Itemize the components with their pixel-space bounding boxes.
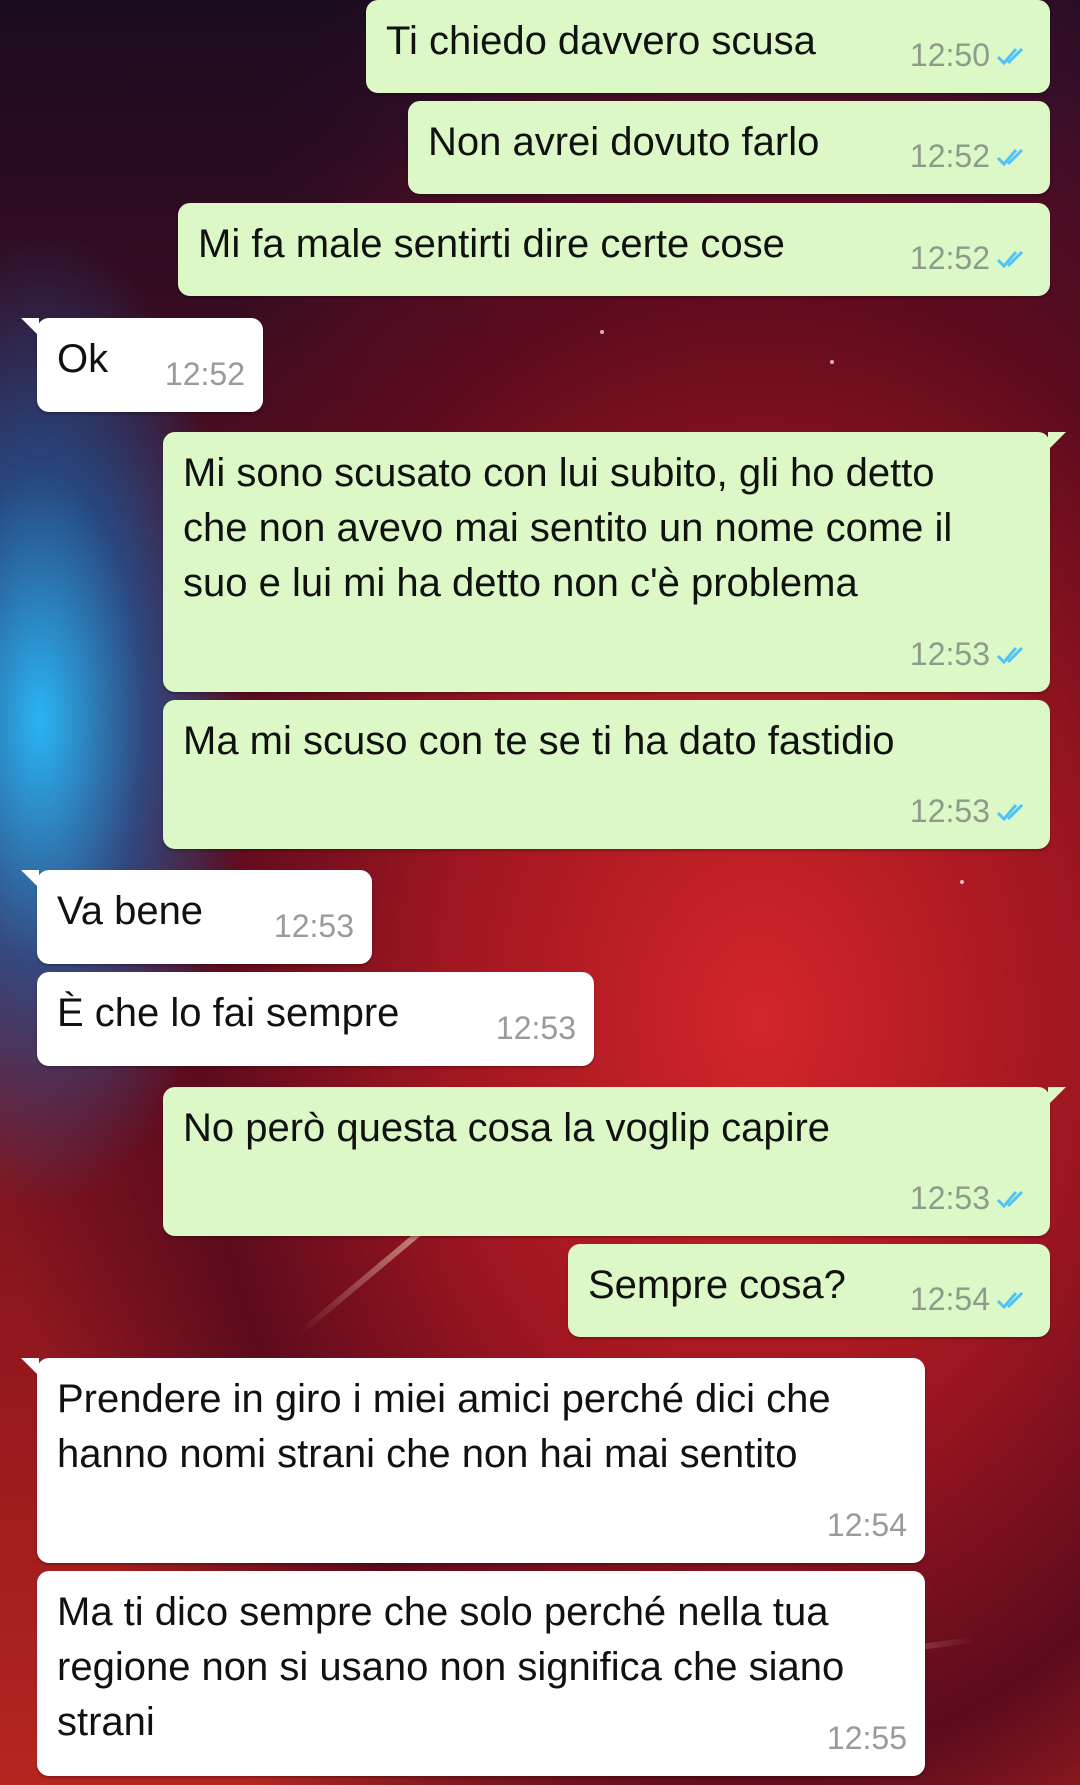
message-bubble-outgoing[interactable]: Ma mi scuso con te se ti ha dato fastidi… [163, 700, 1050, 849]
double-check-read-icon [996, 250, 1024, 268]
message-time: 12:53 [909, 793, 990, 829]
bubble-tail [1048, 1087, 1066, 1105]
message-time: 12:53 [909, 1180, 990, 1216]
message-text: Prendere in giro i miei amici perché dic… [57, 1377, 842, 1476]
message-bubble-outgoing[interactable]: Sempre cosa? 12:54 [568, 1244, 1050, 1337]
message-bubble-outgoing[interactable]: Mi sono scusato con lui subito, gli ho d… [163, 432, 1066, 692]
double-check-read-icon [996, 148, 1024, 166]
message-bubble-incoming[interactable]: È che lo fai sempre 12:53 [37, 972, 594, 1066]
message-text: Mi sono scusato con lui subito, gli ho d… [183, 451, 964, 605]
message-time: 12:52 [909, 240, 990, 276]
message-text: Ma mi scuso con te se ti ha dato fastidi… [183, 719, 895, 763]
message-time: 12:52 [164, 356, 245, 392]
message-time: 12:54 [909, 1281, 990, 1317]
double-check-read-icon [996, 646, 1024, 664]
message-text: Mi fa male sentirti dire certe cose [198, 222, 785, 266]
message-time: 12:53 [273, 908, 354, 944]
message-time: 12:55 [826, 1720, 907, 1756]
message-bubble-incoming[interactable]: Ok 12:52 [21, 318, 263, 412]
double-check-read-icon [996, 1190, 1024, 1208]
message-time: 12:53 [909, 636, 990, 672]
message-bubble-outgoing[interactable]: Non avrei dovuto farlo 12:52 [408, 101, 1050, 194]
message-bubble-outgoing[interactable]: No però questa cosa la voglip capire 12:… [163, 1087, 1066, 1236]
message-bubble-incoming[interactable]: Ma ti dico sempre che solo perché nella … [37, 1571, 925, 1776]
double-check-read-icon [996, 47, 1024, 65]
message-list[interactable]: Ti chiedo davvero scusa 12:50 Non avrei … [0, 0, 1080, 1785]
bubble-tail [1048, 432, 1066, 450]
message-time: 12:53 [495, 1010, 576, 1046]
message-bubble-incoming[interactable]: Va bene 12:53 [21, 870, 372, 964]
bubble-tail [21, 1358, 39, 1376]
bubble-tail [21, 870, 39, 888]
double-check-read-icon [996, 803, 1024, 821]
message-time: 12:52 [909, 138, 990, 174]
message-time: 12:50 [909, 37, 990, 73]
message-text: No però questa cosa la voglip capire [183, 1106, 831, 1150]
message-time: 12:54 [826, 1507, 907, 1543]
double-check-read-icon [996, 1291, 1024, 1309]
message-bubble-outgoing[interactable]: Mi fa male sentirti dire certe cose 12:5… [178, 203, 1050, 296]
bubble-tail [21, 318, 39, 336]
message-bubble-incoming[interactable]: Prendere in giro i miei amici perché dic… [21, 1358, 925, 1563]
message-text: Ma ti dico sempre che solo perché nella … [57, 1590, 856, 1744]
message-bubble-outgoing[interactable]: Ti chiedo davvero scusa 12:50 [366, 0, 1050, 93]
